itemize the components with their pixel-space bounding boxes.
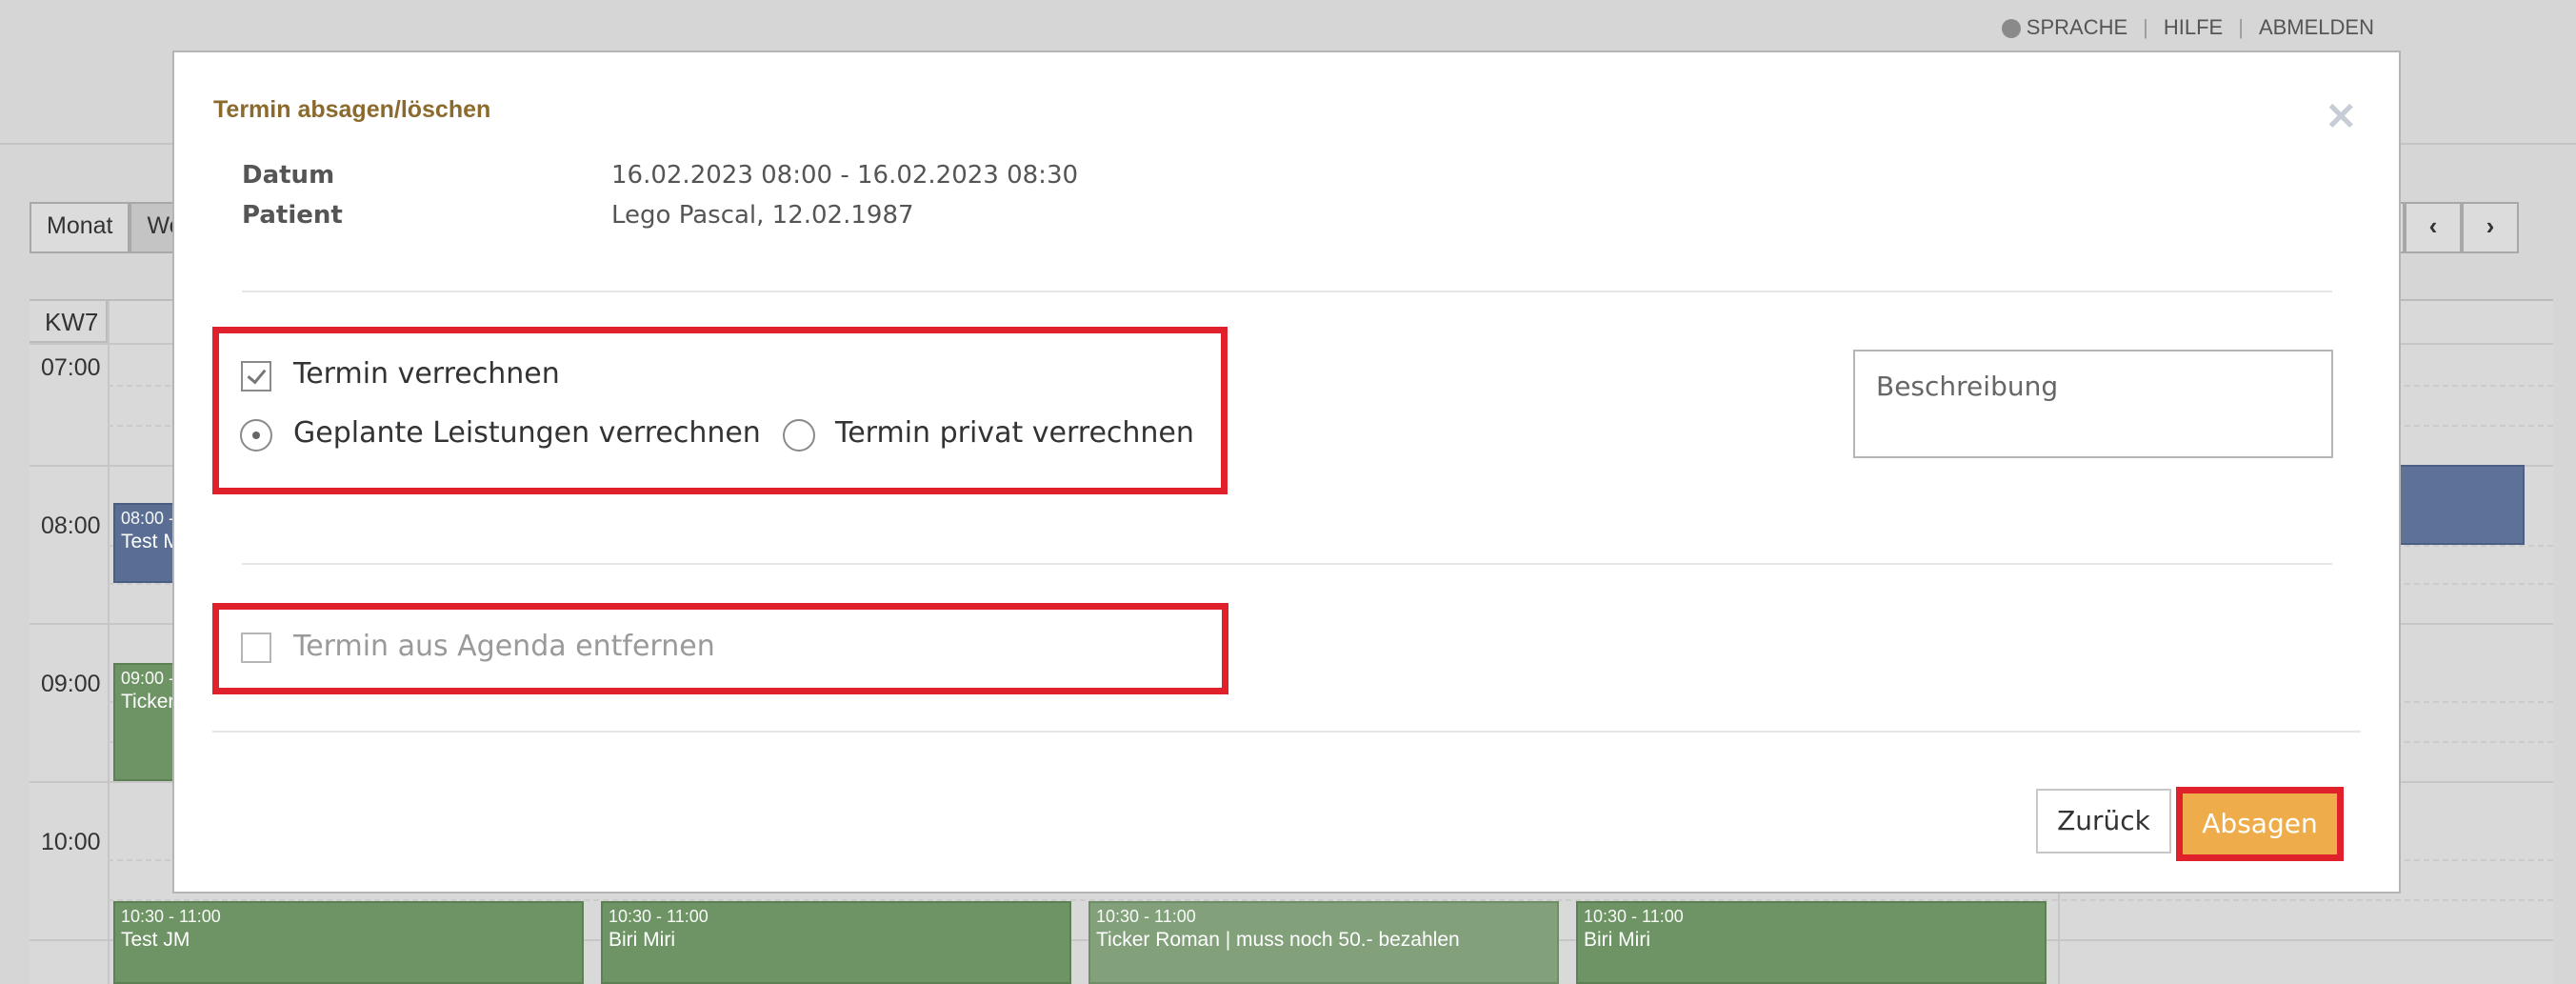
bill-private-label: Termin privat verrechnen <box>835 416 1194 450</box>
cancel-appointment-button[interactable]: Absagen <box>2183 793 2337 854</box>
globe-icon <box>2001 19 2021 38</box>
separator: | <box>2238 15 2244 39</box>
remove-from-agenda-label: Termin aus Agenda entfernen <box>293 630 715 663</box>
patient-value: Lego Pascal, 12.02.1987 <box>611 201 914 230</box>
month-view-button[interactable]: Monat <box>30 202 130 253</box>
dialog-title: Termin absagen/löschen <box>213 96 491 123</box>
event-name: Ticker Roman | muss noch 50.- bezahlen <box>1096 929 1460 951</box>
calendar-event[interactable]: 10:30 - 11:00 Test JM <box>113 901 584 984</box>
column-divider <box>108 301 110 984</box>
event-name: Biri Miri <box>1584 929 1650 951</box>
language-link[interactable]: SPRACHE <box>2027 15 2127 40</box>
bill-private-radio[interactable] <box>783 419 815 452</box>
calendar-event[interactable] <box>2391 465 2525 545</box>
calendar-event[interactable]: 10:30 - 11:00 Biri Miri <box>601 901 1071 984</box>
event-time: 10:30 - 11:00 <box>1584 907 1684 926</box>
close-icon[interactable]: ✕ <box>2325 98 2357 136</box>
date-value: 16.02.2023 08:00 - 16.02.2023 08:30 <box>611 161 1079 190</box>
hour-label: 09:00 <box>41 671 101 697</box>
top-links: SPRACHE | HILFE | ABMELDEN <box>2001 15 2374 40</box>
description-field[interactable]: Beschreibung <box>1853 350 2333 458</box>
event-time: 10:30 - 11:00 <box>121 907 221 926</box>
event-time: 10:30 - 11:00 <box>609 907 709 926</box>
event-name: Test JM <box>121 929 190 951</box>
calendar-event[interactable]: 10:30 - 11:00 Biri Miri <box>1576 901 2047 984</box>
bill-planned-services-label: Geplante Leistungen verrechnen <box>293 416 761 450</box>
cancel-appointment-dialog: Termin absagen/löschen ✕ Datum 16.02.202… <box>172 50 2401 894</box>
hour-label: 07:00 <box>41 354 101 381</box>
event-name: Biri Miri <box>609 929 675 951</box>
logout-link[interactable]: ABMELDEN <box>2259 15 2374 40</box>
divider <box>212 731 2361 733</box>
week-number: KW7 <box>30 301 108 343</box>
help-link[interactable]: HILFE <box>2164 15 2223 40</box>
patient-label: Patient <box>242 201 343 230</box>
back-button[interactable]: Zurück <box>2036 789 2171 853</box>
chevron-right-icon[interactable]: › <box>2462 202 2519 253</box>
hour-label: 10:00 <box>41 829 101 855</box>
chevron-left-icon[interactable]: ‹ <box>2405 202 2462 253</box>
bill-planned-services-radio[interactable] <box>240 419 272 452</box>
bill-appointment-checkbox[interactable] <box>241 361 271 392</box>
divider <box>242 563 2332 565</box>
hour-label: 08:00 <box>41 512 101 539</box>
separator: | <box>2143 15 2148 39</box>
highlight-billing-options <box>212 327 1228 494</box>
event-time: 10:30 - 11:00 <box>1096 907 1196 926</box>
remove-from-agenda-checkbox[interactable] <box>241 633 271 663</box>
date-label: Datum <box>242 161 335 190</box>
divider <box>242 291 2332 292</box>
highlight-cancel-button: Absagen <box>2176 787 2344 861</box>
bill-appointment-label: Termin verrechnen <box>293 357 560 391</box>
calendar-event[interactable]: 10:30 - 11:00 Ticker Roman | muss noch 5… <box>1088 901 1559 984</box>
